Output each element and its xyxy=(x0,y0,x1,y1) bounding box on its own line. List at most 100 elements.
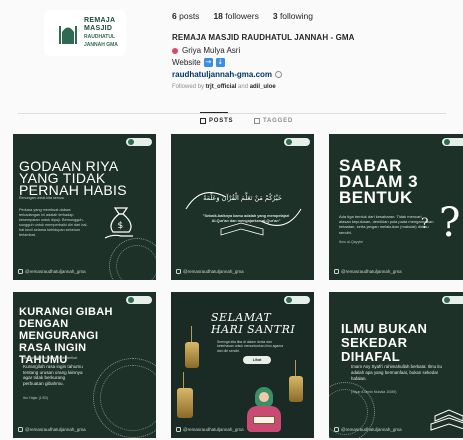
profile-location: Griya Mulya Asri xyxy=(172,46,240,55)
post-logo-icon xyxy=(126,138,152,146)
logo-text: REMAJA MASJID RAUDHATUL JANNAH GMA xyxy=(84,17,126,49)
instagram-icon xyxy=(334,269,339,274)
followed-by: Followed by trjt_official and adil_uloe xyxy=(172,84,276,90)
instagram-icon xyxy=(176,427,181,432)
open-books-icon xyxy=(430,409,463,431)
post-tile-3[interactable]: SABAR DALAM 3 BENTUK Ada tiga bentuk dar… xyxy=(329,134,463,280)
tabs-divider xyxy=(18,113,446,114)
link-globe-icon xyxy=(275,71,283,78)
post-footer-handle: @remasraudhatuljannah_gma xyxy=(183,427,244,432)
money-bag-hand-icon: $ xyxy=(104,207,133,239)
tab-posts-label: POSTS xyxy=(209,118,234,124)
post-footer-handle: @remasraudhatuljannah_gma xyxy=(183,269,244,274)
location-text: Griya Mulya Asri xyxy=(182,46,241,55)
logo-line-1: REMAJA xyxy=(84,17,116,24)
small-question-mark-icon: ? xyxy=(421,216,429,232)
instagram-icon xyxy=(334,427,339,432)
posts-label: posts xyxy=(179,11,200,21)
post-quote: "Sebaik-baiknya kamu adalah yang mempela… xyxy=(202,214,290,223)
instagram-icon xyxy=(176,269,181,274)
profile-header: REMAJA MASJID RAUDHATUL JANNAH GMA 6 pos… xyxy=(0,0,463,103)
post-subtitle: Renungan untuk kita semua xyxy=(19,196,64,200)
post-logo-icon xyxy=(442,138,463,146)
logo-line-2: MASJID xyxy=(84,25,113,32)
post-tile-4[interactable]: KURANGI GIBAH DENGAN MENGURANGI RASA ING… xyxy=(13,292,156,438)
following-count: 3 xyxy=(272,11,278,21)
post-body: Semoga kita tiba di dalam dunia dan kete… xyxy=(217,340,283,353)
post-tile-6[interactable]: ILMU BUKAN SEKEDAR DIHAFAL Imam Asy Syaf… xyxy=(329,292,463,438)
website-line: Website → ↓ xyxy=(172,58,225,67)
post-logo-icon xyxy=(284,296,310,304)
mandala-ornament xyxy=(93,358,156,438)
mosque-logo-icon xyxy=(54,16,77,49)
followed-by-and: and xyxy=(238,84,249,90)
post-footer: @remasraudhatuljannah_gma xyxy=(334,269,402,274)
post-source: Ibn Hajar (1/53) xyxy=(23,396,48,400)
post-body: Ada tiga bentuk dari kesabaran: Tidak me… xyxy=(339,214,434,235)
following-stat[interactable]: 3 following xyxy=(273,11,313,21)
post-tile-2[interactable]: خَيْرُكُمْ مَنْ تَعَلَّمَ الْقُرْآنَ وَع… xyxy=(171,134,314,280)
lantern-icon xyxy=(289,360,303,402)
followers-count: 18 xyxy=(213,11,223,21)
tab-tagged[interactable]: TAGGED xyxy=(254,118,293,124)
post-logo-icon xyxy=(126,296,152,304)
arabic-verse: خَيْرُكُمْ مَنْ تَعَلَّمَ الْقُرْآنَ وَع… xyxy=(203,194,282,202)
book-icon xyxy=(253,416,275,424)
followers-stat[interactable]: 18 followers xyxy=(213,11,258,21)
post-logo-icon xyxy=(442,296,463,304)
logo-line-3: RAUDHATUL JANNAH GMA xyxy=(84,34,118,48)
post-footer: @remasraudhatuljannah_gma xyxy=(18,269,86,274)
post-footer-handle: @remasraudhatuljannah_gma xyxy=(341,427,402,432)
post-footer-handle: @remasraudhatuljannah_gma xyxy=(25,269,86,274)
svg-text:$: $ xyxy=(118,221,124,231)
profile-link[interactable]: raudhatuljannah-gma.com xyxy=(172,70,283,79)
post-body: Imam Asy Syafi'i rahimahullah berkata: I… xyxy=(351,364,442,381)
lantern-icon xyxy=(177,372,193,418)
greeting-title: SELAMAT HARI SANTRI xyxy=(211,312,295,336)
instagram-icon xyxy=(18,427,23,432)
post-body: Kurangilah rasa ingin tahumu tentang uru… xyxy=(23,364,83,386)
profile-link-text[interactable]: raudhatuljannah-gma.com xyxy=(172,70,272,79)
website-label: Website xyxy=(172,58,201,67)
post-subtitle: Jadilah Mu'minah seperti berikut xyxy=(23,356,78,360)
followed-by-prefix: Followed by xyxy=(172,84,205,90)
post-footer: @remasraudhatuljannah_gma xyxy=(176,427,244,432)
post-logo-icon xyxy=(284,138,310,146)
calligraphy-swirl-ornament xyxy=(185,192,302,236)
post-footer: @remasraudhatuljannah_gma xyxy=(334,427,402,432)
posts-count: 6 xyxy=(172,11,177,21)
followed-by-user-1[interactable]: trjt_official xyxy=(206,84,237,90)
post-title: SABAR DALAM 3 BENTUK xyxy=(339,156,419,207)
followers-label: followers xyxy=(225,11,259,21)
post-footer: @remasraudhatuljannah_gma xyxy=(18,427,86,432)
followed-by-user-2[interactable]: adil_uloe xyxy=(250,84,276,90)
arrow-down-emoji-icon: ↓ xyxy=(215,58,225,67)
mandala-ornament xyxy=(109,238,156,280)
tab-tagged-label: TAGGED xyxy=(263,118,294,124)
location-pin-icon xyxy=(172,47,178,54)
post-footer-handle: @remasraudhatuljannah_gma xyxy=(25,427,86,432)
following-label: following xyxy=(279,11,314,21)
lantern-icon xyxy=(185,326,199,368)
profile-stats: 6 posts 18 followers 3 following xyxy=(172,11,313,21)
post-body: Perkara yang membuat dakwa terkadangan i… xyxy=(19,208,88,237)
post-source: Ibnu al-Qayyim xyxy=(339,240,364,244)
question-mark-icon: ? xyxy=(439,200,461,246)
active-tab-indicator xyxy=(200,112,228,113)
post-tile-1[interactable]: GODAAN RIYA YANG TIDAK PERNAH HABIS Renu… xyxy=(13,134,156,280)
greeting-line-2: HARI SANTRI xyxy=(211,323,296,336)
tag-icon xyxy=(254,118,260,124)
profile-name: REMAJA MASJID RAUDHATUL JANNAH - GMA xyxy=(172,33,355,42)
post-footer: @remasraudhatuljannah_gma xyxy=(176,269,244,274)
see-more-button: Lihat Selengkapnya xyxy=(243,356,271,370)
profile-avatar[interactable]: REMAJA MASJID RAUDHATUL JANNAH GMA xyxy=(44,10,126,56)
arrow-right-emoji-icon: → xyxy=(203,58,213,67)
instagram-icon xyxy=(18,269,23,274)
post-title: GODAAN RIYA YANG TIDAK PERNAH HABIS xyxy=(19,158,127,198)
girl-face-illustration xyxy=(259,392,269,402)
grid-icon xyxy=(200,118,206,124)
post-tile-5[interactable]: SELAMAT HARI SANTRI Semoga kita tiba di … xyxy=(171,292,314,438)
post-title: ILMU BUKAN SEKEDAR DIHAFAL xyxy=(341,321,428,364)
tab-posts[interactable]: POSTS xyxy=(200,112,234,124)
posts-stat: 6 posts xyxy=(172,11,199,21)
